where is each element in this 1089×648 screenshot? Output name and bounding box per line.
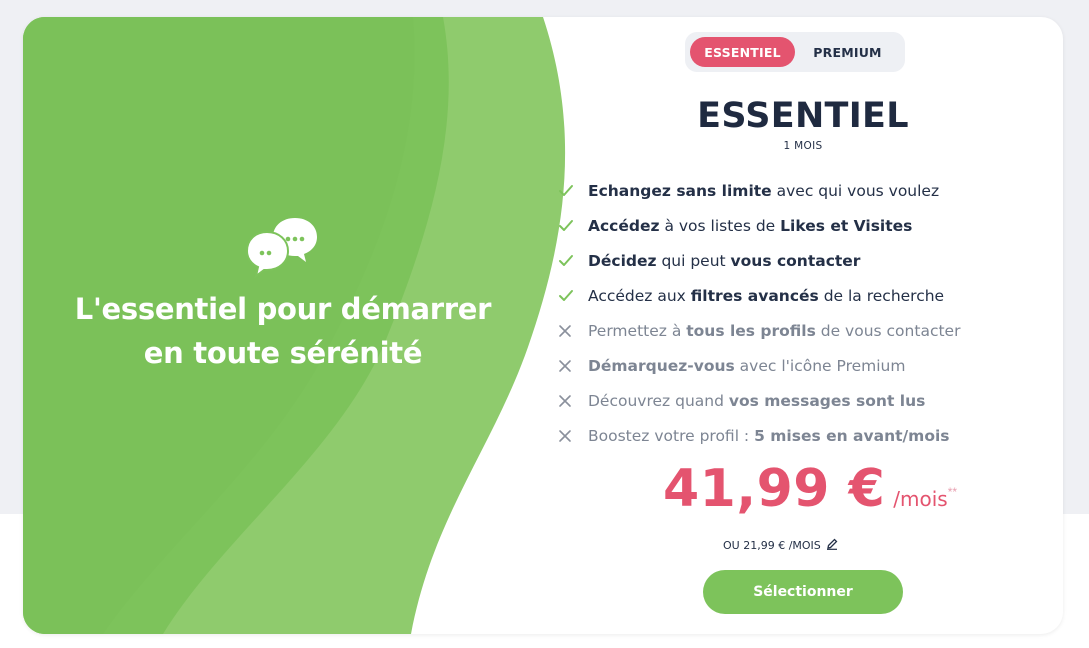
feature-text-bold: 5 mises en avant/mois: [754, 426, 950, 445]
plan-title: ESSENTIEL: [697, 96, 909, 136]
chat-bubbles-icon: [245, 216, 319, 279]
check-icon: [558, 251, 588, 271]
feature-text-regular: avec l'icône Premium: [734, 356, 906, 375]
feature-text-regular: Accédez aux: [588, 286, 691, 305]
feature-text-bold: Echangez sans limite: [588, 181, 772, 200]
feature-text-bold: Démarquez-vous: [588, 356, 735, 375]
feature-item: Accédez à vos listes de Likes et Visites: [558, 208, 1038, 243]
feature-item: Décidez qui peut vous contacter: [558, 243, 1038, 278]
feature-list: Echangez sans limite avec qui vous voule…: [558, 173, 1038, 453]
feature-text-bold: Décidez: [588, 251, 657, 270]
cross-icon: [558, 356, 588, 376]
feature-text: Boostez votre profil : 5 mises en avant/…: [588, 427, 950, 445]
green-hero-panel: L'essentiel pour démarrer en toute sérén…: [23, 17, 583, 634]
price-unit: /mois: [893, 487, 948, 511]
feature-text-bold: vous contacter: [730, 251, 861, 270]
feature-text-regular: qui peut: [656, 251, 731, 270]
feature-text-regular: à vos listes de: [659, 216, 781, 235]
feature-text: Accédez aux filtres avancés de la recher…: [588, 287, 944, 305]
feature-text: Décidez qui peut vous contacter: [588, 252, 860, 270]
feature-text-bold: filtres avancés: [690, 286, 819, 305]
cross-icon: [558, 391, 588, 411]
feature-text-bold: Accédez: [588, 216, 660, 235]
check-icon: [558, 181, 588, 201]
alt-price: OU 21,99 € /MOIS: [723, 538, 838, 553]
feature-item: Permettez à tous les profils de vous con…: [558, 313, 1038, 348]
feature-text-regular: Permettez à: [588, 321, 687, 340]
plan-duration: 1 MOIS: [783, 140, 823, 152]
feature-text-bold: Likes et Visites: [780, 216, 913, 235]
plan-toggle: ESSENTIEL PREMIUM: [685, 32, 905, 72]
feature-text-regular: de la recherche: [818, 286, 945, 305]
feature-text-regular: de vous contacter: [815, 321, 961, 340]
feature-text: Accédez à vos listes de Likes et Visites: [588, 217, 912, 235]
select-button[interactable]: Sélectionner: [703, 570, 903, 614]
toggle-premium[interactable]: PREMIUM: [795, 37, 900, 67]
feature-item: Découvrez quand vos messages sont lus: [558, 383, 1038, 418]
feature-item: Boostez votre profil : 5 mises en avant/…: [558, 418, 1038, 453]
feature-item: Démarquez-vous avec l'icône Premium: [558, 348, 1038, 383]
feature-item: Accédez aux filtres avancés de la recher…: [558, 278, 1038, 313]
feature-text-regular: Boostez votre profil :: [588, 426, 755, 445]
price-footnote-mark: **: [947, 485, 958, 499]
alt-price-text: OU 21,99 € /MOIS: [723, 539, 821, 552]
toggle-essentiel[interactable]: ESSENTIEL: [690, 37, 795, 67]
feature-text-regular: avec qui vous voulez: [771, 181, 940, 200]
pricing-card: L'essentiel pour démarrer en toute sérén…: [23, 17, 1063, 634]
check-icon: [558, 286, 588, 306]
feature-text-regular: Découvrez quand: [588, 391, 729, 410]
check-icon: [558, 216, 588, 236]
cross-icon: [558, 321, 588, 341]
hero-tagline: L'essentiel pour démarrer en toute sérén…: [74, 292, 492, 370]
price-block: 41,99 € /mois **: [663, 457, 957, 521]
feature-text: Permettez à tous les profils de vous con…: [588, 322, 960, 340]
feature-text: Echangez sans limite avec qui vous voule…: [588, 182, 939, 200]
feature-item: Echangez sans limite avec qui vous voule…: [558, 173, 1038, 208]
feature-text: Découvrez quand vos messages sont lus: [588, 392, 925, 410]
feature-text: Démarquez-vous avec l'icône Premium: [588, 357, 905, 375]
feature-text-bold: tous les profils: [686, 321, 816, 340]
price-amount: 41,99 €: [663, 459, 886, 519]
feature-text-bold: vos messages sont lus: [728, 391, 926, 410]
cross-icon: [558, 426, 588, 446]
pencil-icon[interactable]: [826, 538, 838, 553]
